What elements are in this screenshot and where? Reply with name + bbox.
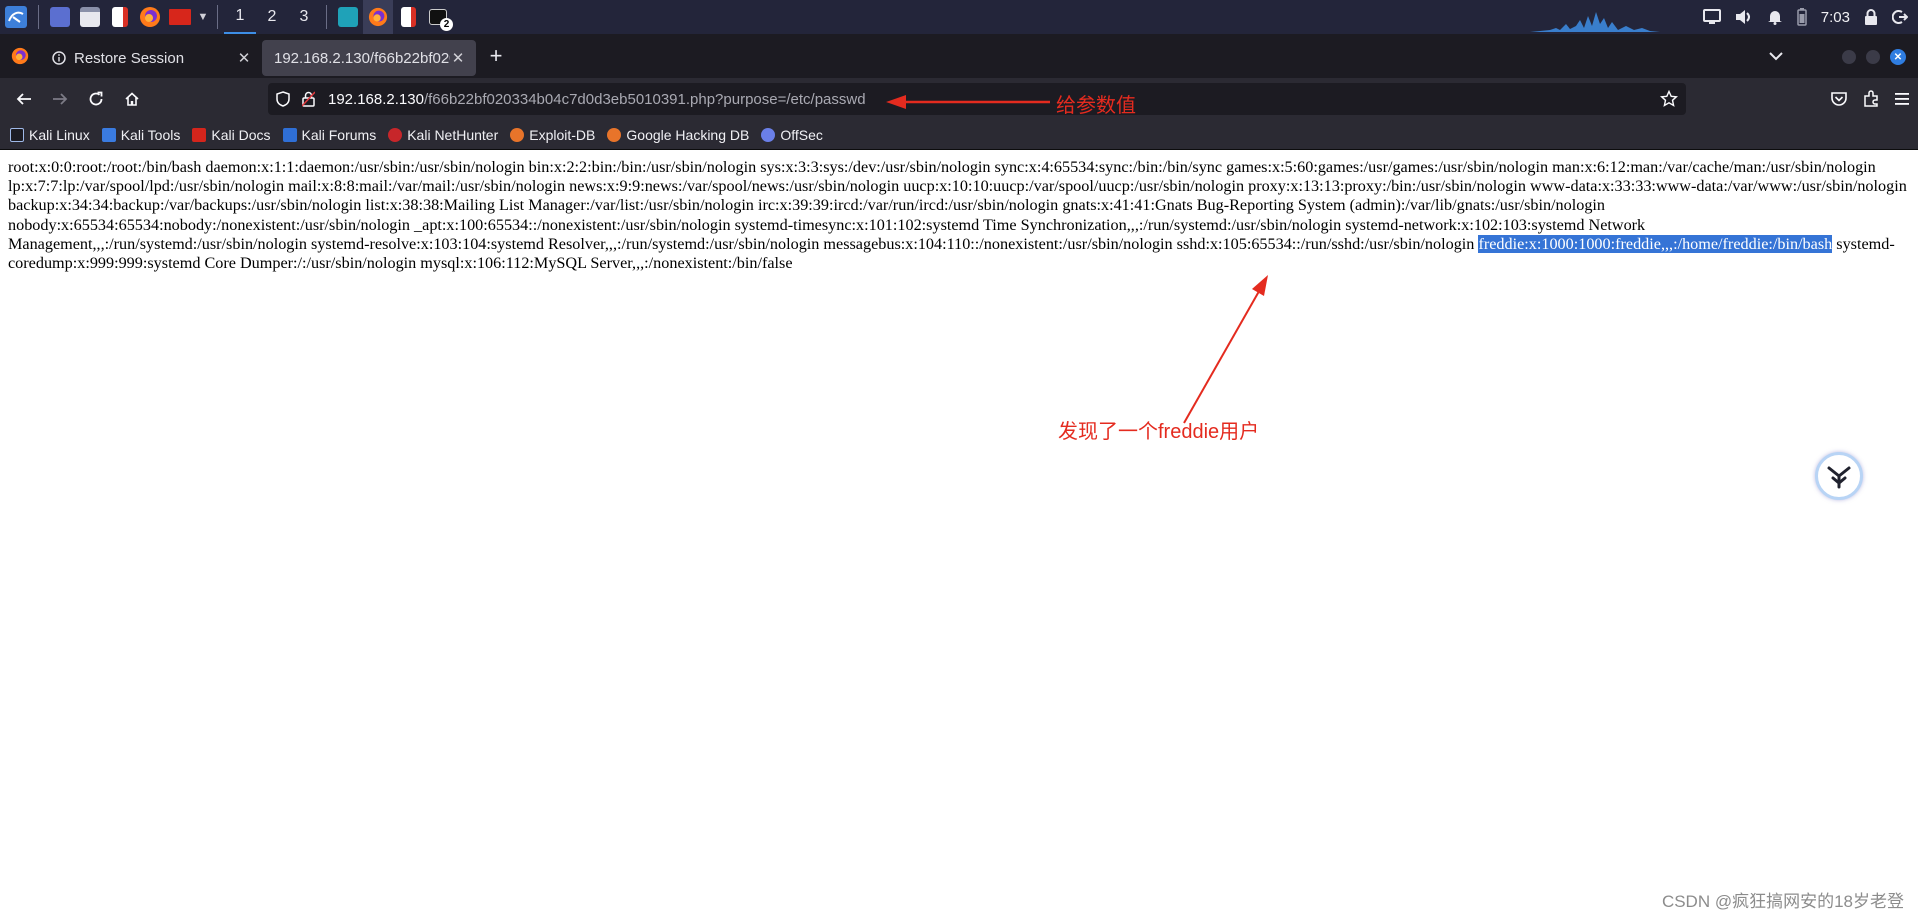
annotation-arrows — [886, 95, 1268, 424]
user-annotation-label: 发现了一个freddie用户 — [1058, 421, 1260, 443]
csdn-watermark: CSDN @疯狂搞网安的18岁老登 — [1661, 892, 1904, 911]
url-annotation-arrow — [886, 95, 1050, 109]
url-annotation-label: 给参数值 — [1056, 95, 1136, 117]
user-annotation-arrow — [1183, 275, 1268, 424]
